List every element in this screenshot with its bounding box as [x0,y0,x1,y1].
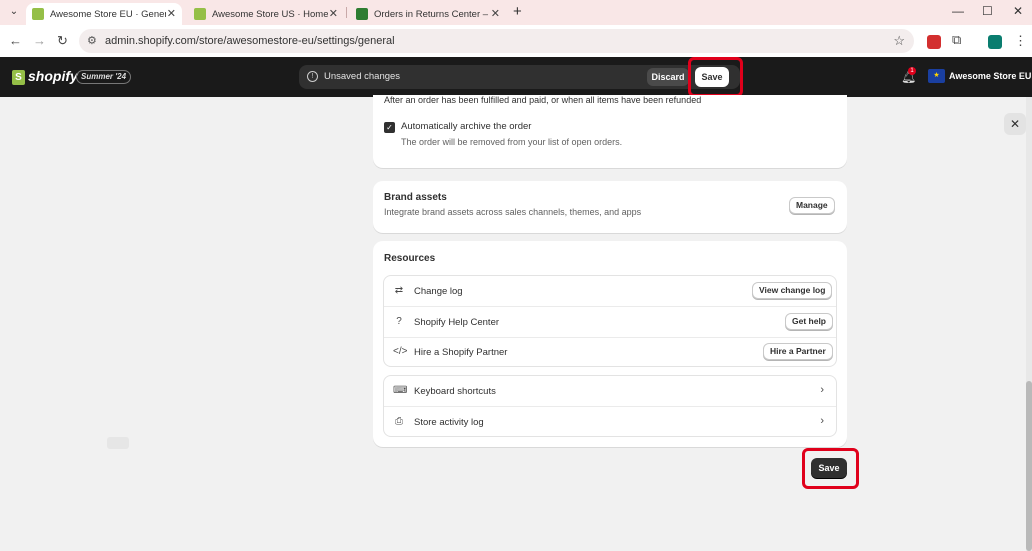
eu-flag-icon: ★ [928,69,945,83]
back-icon[interactable]: ← [9,33,22,48]
edition-badge[interactable]: Summer '24 [76,70,132,84]
discard-button[interactable]: Discard [647,68,689,86]
change-log-icon: ⇄ [394,285,404,296]
resources-links-list: ⇄ Change log View change log ? Shopify H… [383,275,837,367]
tab-title: Awesome Store US · Home · Sh [212,8,328,20]
minimize-icon[interactable]: — [952,4,964,18]
url-text[interactable]: admin.shopify.com/store/awesomestore-eu/… [105,35,395,47]
activity-log-icon: ⎙ [395,416,403,427]
shopify-bag-icon: S [12,70,25,85]
tab-title: Orders in Returns Center – Den [374,8,490,20]
resources-card: Resources ⇄ Change log View change log ?… [373,241,847,447]
close-tab-icon[interactable]: ✕ [167,7,176,20]
placeholder-block [107,437,129,449]
tab-divider [346,7,347,18]
tab-title: Awesome Store EU · General · S [50,8,166,20]
settings-modal: ✕ After an order has been fulfilled and … [0,95,1026,551]
resources-title: Resources [384,253,436,264]
close-icon[interactable]: ✕ [1004,113,1026,135]
close-window-icon[interactable]: ✕ [1013,4,1023,18]
shopify-top-bar: S shopify Summer '24 ! Unsaved changes D… [0,57,1032,97]
close-tab-icon[interactable]: ✕ [491,7,500,20]
forward-icon[interactable]: → [33,33,46,48]
hire-partner-button[interactable]: Hire a Partner [763,343,833,360]
tab-search-chevron-icon[interactable]: ⌄ [6,4,22,20]
code-icon: </> [393,346,408,357]
bookmark-star-icon[interactable]: ☆ [893,33,905,49]
manage-button[interactable]: Manage [789,197,835,214]
unsaved-changes-label: Unsaved changes [324,71,401,82]
maximize-icon[interactable]: ☐ [982,4,993,18]
notification-count-badge: 1 [908,67,916,75]
help-circle-icon: ? [396,316,402,327]
highlight-box-top-save [688,57,743,97]
keyboard-icon: ⌨ [393,385,408,396]
new-tab-icon[interactable]: + [513,3,522,20]
chevron-right-icon: › [820,384,824,396]
unsaved-changes-bar: ! Unsaved changes Discard Save [299,65,740,89]
archive-help-text: The order will be removed from your list… [401,137,623,147]
reload-icon[interactable]: ↻ [57,33,68,49]
site-info-icon[interactable]: ⚙ [87,34,97,47]
keyboard-shortcuts-row[interactable]: ⌨ Keyboard shortcuts › [384,376,836,406]
chevron-right-icon: › [820,415,824,427]
list-item-label: Shopify Help Center [414,317,500,328]
scrollbar[interactable] [1026,97,1032,551]
view-change-log-button[interactable]: View change log [752,282,833,299]
store-name[interactable]: Awesome Store EU [949,71,1031,81]
extension-calendar-icon[interactable] [927,35,941,49]
settings-content: ✕ After an order has been fulfilled and … [0,95,1032,551]
list-item: ⇄ Change log View change log [384,276,836,306]
returns-app-favicon-icon [356,8,368,20]
archive-checkbox[interactable]: ✓ [384,122,395,133]
browser-tab-returns[interactable]: Orders in Returns Center – Den ✕ [350,3,506,25]
resources-nav-list: ⌨ Keyboard shortcuts › ⎙ Store activity … [383,375,837,437]
list-item-label: Keyboard shortcuts [414,386,496,397]
archive-description: After an order has been fulfilled and pa… [384,95,702,105]
browser-menu-icon[interactable]: ⋮ [1014,33,1027,49]
highlight-box-bottom-save [802,448,859,489]
brand-assets-card: Brand assets Integrate brand assets acro… [373,181,847,233]
close-tab-icon[interactable]: ✕ [329,7,338,20]
scrollbar-thumb[interactable] [1026,381,1032,551]
archive-checkbox-label[interactable]: Automatically archive the order [401,121,531,132]
get-help-button[interactable]: Get help [785,313,834,330]
list-item-label: Hire a Shopify Partner [414,347,508,358]
store-activity-log-row[interactable]: ⎙ Store activity log › [384,407,836,437]
list-item: ? Shopify Help Center Get help [384,307,836,337]
list-item-label: Change log [414,286,463,297]
browser-toolbar: ← → ↻ ⚙ admin.shopify.com/store/awesomes… [0,25,1032,57]
list-item: </> Hire a Shopify Partner Hire a Partne… [384,337,836,367]
browser-tab-bar: ⌄ Awesome Store EU · General · S ✕ Aweso… [0,0,1032,25]
shopify-favicon-icon [32,8,44,20]
list-item-label: Store activity log [414,417,484,428]
address-bar[interactable]: ⚙ admin.shopify.com/store/awesomestore-e… [79,29,914,53]
extensions-puzzle-icon[interactable]: ⧉ [952,32,961,48]
browser-tab-store-us[interactable]: Awesome Store US · Home · Sh ✕ [188,3,344,25]
brand-assets-description: Integrate brand assets across sales chan… [384,207,642,217]
shopify-logo[interactable]: shopify [28,68,78,84]
info-icon: ! [307,71,318,82]
extension-check-icon[interactable] [988,35,1002,49]
browser-tab-store-eu[interactable]: Awesome Store EU · General · S ✕ [26,3,182,25]
brand-assets-title: Brand assets [384,192,447,203]
order-archive-card: After an order has been fulfilled and pa… [373,95,847,168]
shopify-favicon-icon [194,8,206,20]
